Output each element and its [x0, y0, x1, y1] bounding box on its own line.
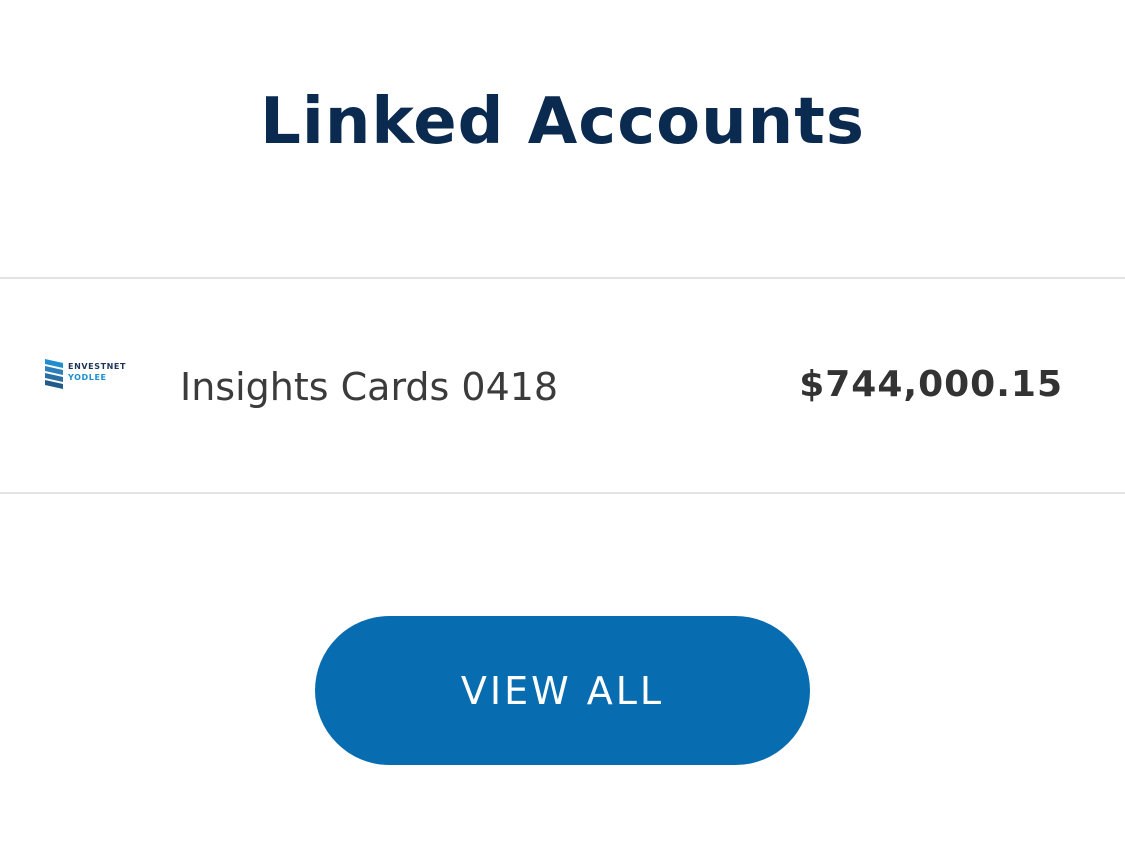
account-name: Insights Cards 0418 [180, 365, 559, 409]
logo-line-yodlee: YODLEE [68, 373, 107, 382]
stripes-icon [45, 359, 63, 389]
view-all-button[interactable]: VIEW ALL [315, 616, 810, 765]
linked-account-row[interactable]: ENVESTNET YODLEE Insights Cards 0418 $74… [0, 279, 1125, 492]
page-title: Linked Accounts [260, 85, 865, 159]
envestnet-yodlee-logo-icon: ENVESTNET YODLEE [45, 359, 137, 389]
logo-line-envestnet: ENVESTNET [68, 362, 127, 371]
divider [0, 492, 1125, 494]
account-balance: $744,000.15 [799, 364, 1063, 405]
